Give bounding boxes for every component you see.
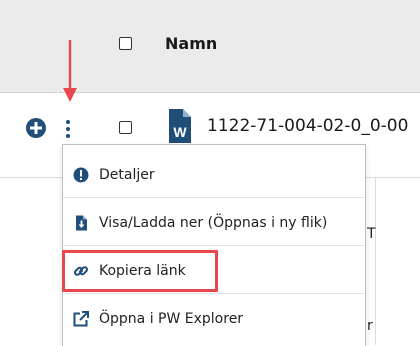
external-link-icon — [73, 311, 89, 327]
menu-item-label: Öppna i PW Explorer — [99, 311, 244, 327]
column-header-name[interactable]: Namn — [165, 34, 217, 53]
info-circle-icon — [73, 167, 89, 183]
menu-item-view-download[interactable]: Visa/Ladda ner (Öppnas i ny flik) — [63, 201, 365, 245]
row-divider — [364, 177, 420, 178]
vertical-ellipsis-icon[interactable] — [62, 118, 74, 140]
row-divider — [0, 177, 62, 178]
file-download-icon — [76, 215, 87, 231]
plus-circle-icon[interactable] — [25, 117, 47, 139]
menu-item-open-pw-explorer[interactable]: Öppna i PW Explorer — [63, 297, 365, 341]
background-cell-text: r — [367, 318, 373, 334]
row-checkbox[interactable] — [119, 121, 132, 134]
red-down-arrow-icon — [63, 40, 77, 102]
word-document-icon: W — [169, 109, 191, 143]
menu-divider — [63, 197, 365, 198]
file-name-link[interactable]: 1122-71-004-02-0_0-00 — [207, 116, 420, 136]
background-cell-text: T — [367, 226, 376, 242]
column-divider — [375, 178, 376, 345]
menu-divider — [63, 293, 365, 294]
menu-item-label: Detaljer — [99, 167, 155, 183]
menu-divider — [63, 245, 365, 246]
select-all-checkbox[interactable] — [119, 37, 132, 50]
svg-text:W: W — [173, 124, 187, 140]
menu-item-details[interactable]: Detaljer — [63, 153, 365, 197]
context-menu: Detaljer Visa/Ladda ner (Öppnas i ny fli… — [62, 144, 366, 346]
menu-item-label: Visa/Ladda ner (Öppnas i ny flik) — [99, 215, 328, 231]
highlight-box — [62, 250, 218, 292]
